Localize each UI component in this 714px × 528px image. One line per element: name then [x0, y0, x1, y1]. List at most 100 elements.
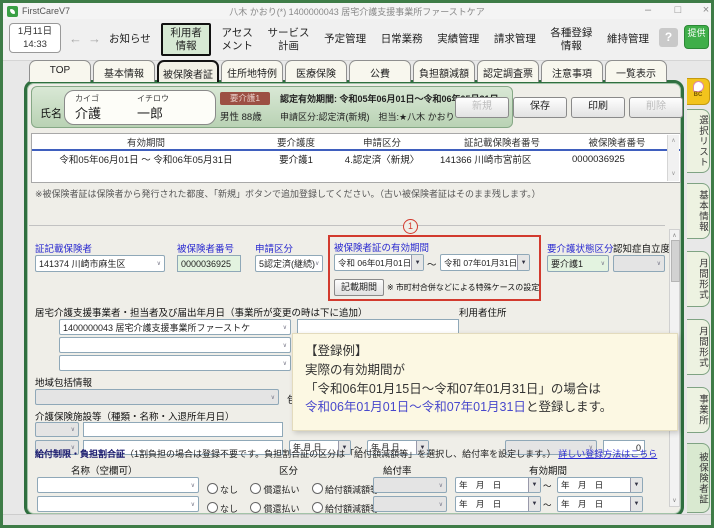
radio-reduction[interactable]	[312, 483, 323, 494]
radio-reimburse[interactable]	[250, 483, 261, 494]
application-info: 申請区分:認定済(新規) 担当:★八木 かおり	[280, 110, 455, 123]
table-scrollbar[interactable]: ∧ ∨	[667, 135, 679, 181]
dropdown-icon[interactable]: ▼	[411, 255, 423, 270]
app-window: FirstCareV7 八木 かおり(*) 1400000043 居宅介護支援事…	[0, 0, 714, 528]
help-button[interactable]: ?	[659, 28, 678, 47]
validity-highlight-box: 被保険者証の有効期間 令和 06年01月01日 ▼ ～ 令和 07年01月31日…	[328, 235, 541, 301]
tab-nintei-chousahyou[interactable]: 認定調査票	[477, 60, 539, 82]
chevron-down-icon: ∨	[439, 482, 443, 489]
facility-name-input-1[interactable]	[83, 422, 283, 437]
nav-item-service-keikaku[interactable]: サービス 計画	[264, 24, 314, 54]
scrollbar-thumb[interactable]	[671, 240, 680, 282]
user-address-label: 利用者住所	[459, 305, 507, 319]
benefit-date-from-2[interactable]: 年 月 日 ▼	[455, 496, 541, 512]
listed-period-button[interactable]: 記載期間	[334, 279, 384, 296]
side-tab-sentaku-list[interactable]: 選択リスト	[687, 109, 710, 173]
benefit-col-rate: 給付率	[383, 463, 412, 477]
provider-select-2[interactable]: ∨	[59, 337, 291, 353]
insured-no-input[interactable]: 0000036925	[177, 255, 241, 272]
tab-ichiran-hyouji[interactable]: 一覧表示	[605, 60, 667, 82]
gender-age: 男性 88歳	[220, 109, 262, 123]
example-line4: 令和06年01月01日～令和07年01月31日と登録します。	[305, 398, 665, 417]
benefit-date-to-2[interactable]: 年 月 日 ▼	[557, 496, 643, 512]
patient-header-panel: 氏名 カイゴ イチロウ 介護 一郎 要介護1 男性 88歳 認定有効期間: 令和…	[31, 86, 513, 128]
benefit-date-to-1[interactable]: 年 月 日 ▼	[557, 477, 643, 493]
nav-item-seikyuu-kanri[interactable]: 請求管理	[490, 30, 540, 48]
nav-item-kakushu-touroku[interactable]: 各種登録 情報	[546, 24, 596, 54]
back-icon[interactable]: ←	[69, 31, 82, 46]
chevron-down-icon: ∨	[71, 426, 75, 433]
nav-item-assessment[interactable]: アセス メント	[217, 24, 257, 54]
provide-button[interactable]: 提供	[684, 25, 709, 49]
insurer-select[interactable]: 141374 川崎市麻生区 ∨	[35, 255, 165, 272]
print-button[interactable]: 印刷	[571, 97, 625, 118]
new-button[interactable]: 新規	[455, 97, 509, 118]
dropdown-icon[interactable]: ▼	[528, 497, 540, 511]
benefit-date-from-1[interactable]: 年 月 日 ▼	[455, 477, 541, 493]
validity-from-select[interactable]: 令和 06年01月01日 ▼	[334, 254, 424, 271]
benefit-rate-select-1[interactable]: ∨	[373, 477, 447, 493]
nav-item-nichijou-gyoumu[interactable]: 日常業務	[377, 30, 427, 48]
validity-to-select[interactable]: 令和 07年01月31日 ▼	[440, 254, 530, 271]
chevron-down-icon: ∨	[283, 360, 287, 367]
care-level-select[interactable]: 要介護1 ∨	[547, 255, 609, 272]
patient-name-box: カイゴ イチロウ 介護 一郎	[64, 90, 216, 125]
nav-item-yotei-kanri[interactable]: 予定管理	[320, 30, 370, 48]
nav-item-iji-kanri[interactable]: 維持管理	[603, 30, 653, 48]
scroll-up-icon[interactable]: ∧	[670, 232, 679, 239]
side-tab-gekkan-keishiki-2[interactable]: 月間形式	[687, 319, 710, 375]
tab-futangaku-gengaku[interactable]: 負担額減額	[413, 60, 475, 82]
side-tab-jigyousho[interactable]: 事業所	[687, 387, 710, 433]
chevron-down-icon: ∨	[283, 324, 287, 331]
forward-icon[interactable]: →	[88, 31, 101, 46]
table-row[interactable]: 令和05年06月01日 ～ 令和06年05月31日 要介護1 4.認定済〈新規〉…	[32, 151, 680, 167]
minimize-icon[interactable]: –	[637, 4, 659, 16]
scroll-down-icon[interactable]: ∨	[670, 497, 679, 504]
community-select[interactable]: ∨	[35, 389, 279, 405]
benefit-detail-link[interactable]: 詳しい登録方法はこちら	[558, 449, 657, 459]
bc-mascot-tab[interactable]: BC	[687, 78, 710, 105]
radio-none[interactable]	[207, 502, 218, 513]
dementia-label: 認知症自立度	[613, 241, 670, 255]
nav-item-riyousha-jouhou[interactable]: 利用者 情報	[161, 23, 211, 55]
chevron-down-icon: ∨	[657, 260, 661, 267]
benefit-name-select-1[interactable]: ∨	[37, 477, 199, 493]
facility-type-select-1[interactable]: ∨	[35, 422, 79, 437]
validity-label: 被保険者証の有効期間	[334, 240, 429, 254]
dropdown-icon[interactable]: ▼	[630, 497, 642, 511]
side-tab-hihokenshashou[interactable]: 被保険者証	[687, 443, 710, 513]
radio-reimburse[interactable]	[250, 502, 261, 513]
benefit-name-select-2[interactable]: ∨	[37, 496, 199, 512]
tab-iryou-hoken[interactable]: 医療保険	[285, 60, 347, 82]
dropdown-icon[interactable]: ▼	[517, 255, 529, 270]
name-label: 氏名	[40, 105, 62, 121]
nav-item-oshirase[interactable]: お知らせ	[105, 30, 155, 48]
dropdown-icon[interactable]: ▼	[630, 478, 642, 492]
history-note: ※被保険者証は保険者から発行された都度、「新規」ボタンで追加登録してください。（…	[35, 187, 541, 200]
maximize-icon[interactable]: □	[667, 4, 689, 16]
tab-chuui-jikou[interactable]: 注意事項	[541, 60, 603, 82]
tab-hihokenshashou[interactable]: 被保険者証	[157, 60, 219, 82]
application-select[interactable]: 5認定済(継続) ∨	[255, 255, 323, 272]
save-button[interactable]: 保存	[513, 97, 567, 118]
scroll-up-icon[interactable]: ∧	[668, 137, 679, 144]
dropdown-icon[interactable]: ▼	[528, 478, 540, 492]
delete-button[interactable]: 削除	[629, 97, 683, 118]
benefit-rate-select-2[interactable]: ∨	[373, 496, 447, 512]
side-tab-kihon-jouhou[interactable]: 基本情報	[687, 183, 710, 239]
provider-select-1[interactable]: 1400000043 居宅介護支援事業所ファーストケ ∨	[59, 319, 291, 335]
tab-kouhi[interactable]: 公費	[349, 60, 411, 82]
nav-item-jisseki-kanri[interactable]: 実績管理	[433, 30, 483, 48]
radio-none[interactable]	[207, 483, 218, 494]
provider-select-3[interactable]: ∨	[59, 355, 291, 371]
scroll-down-icon[interactable]: ∨	[668, 170, 679, 177]
radio-reduction[interactable]	[312, 502, 323, 513]
name-last: 介護	[75, 103, 101, 122]
tab-top[interactable]: TOP	[29, 60, 91, 82]
dementia-select[interactable]: ∨	[613, 255, 665, 272]
tab-juushochi-tokurei[interactable]: 住所地特例	[221, 60, 283, 82]
care-level-label: 要介護状態区分	[547, 241, 614, 255]
side-tab-gekkan-keishiki-1[interactable]: 月間形式	[687, 251, 710, 307]
tab-kihon-jouhou[interactable]: 基本情報	[93, 60, 155, 82]
close-icon[interactable]: ×	[695, 4, 714, 16]
